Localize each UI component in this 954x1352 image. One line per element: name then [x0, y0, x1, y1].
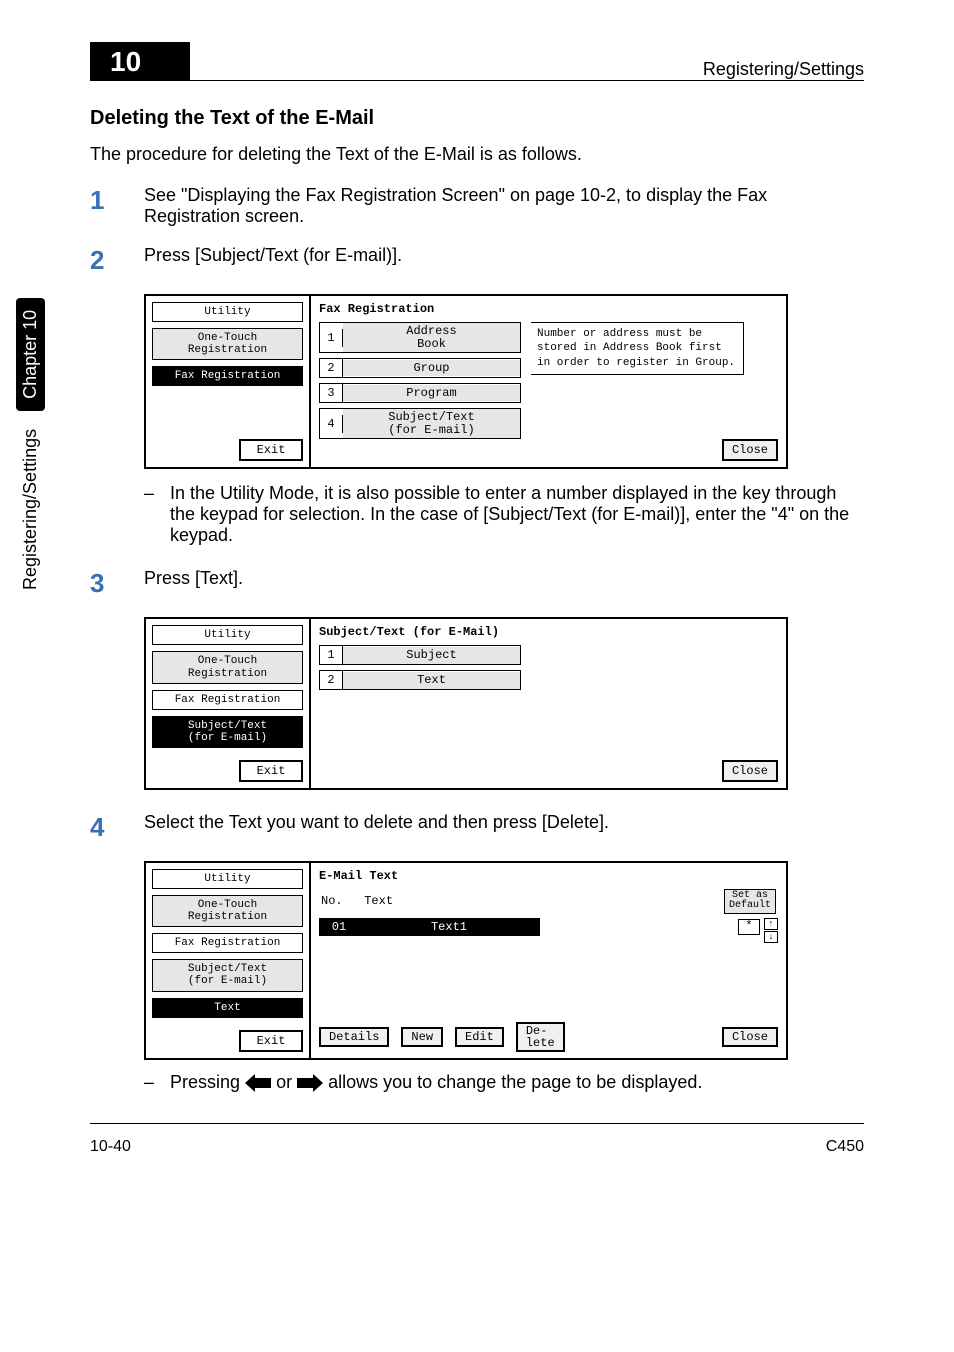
lcd-panel-subject-text: Utility One-Touch Registration Fax Regis…: [144, 617, 788, 790]
lcd3-scroll-up[interactable]: ↑: [764, 918, 778, 930]
lcd3-exit-button[interactable]: Exit: [239, 1030, 303, 1052]
step-1-number: 1: [90, 185, 114, 216]
header-rule: [90, 80, 864, 81]
footer-rule: [90, 1123, 864, 1124]
lcd2-close-button[interactable]: Close: [722, 760, 778, 782]
step-2-number: 2: [90, 245, 114, 276]
lcd2-onetouch-tab[interactable]: One-Touch Registration: [152, 651, 303, 683]
lcd1-close-button[interactable]: Close: [722, 439, 778, 461]
step-1-text: See "Displaying the Fax Registration Scr…: [144, 185, 864, 227]
lcd2-subject-tab[interactable]: Subject/Text (for E-mail): [152, 716, 303, 748]
lcd1-help-message: Number or address must be stored in Addr…: [531, 322, 744, 375]
section-intro: The procedure for deleting the Text of t…: [90, 144, 864, 165]
lcd1-item-program[interactable]: 3 Program: [319, 383, 521, 403]
lcd3-subject-tab[interactable]: Subject/Text (for E-mail): [152, 959, 303, 991]
lcd3-text-tab[interactable]: Text: [152, 998, 303, 1018]
lcd2-faxreg-tab[interactable]: Fax Registration: [152, 690, 303, 710]
lcd2-item-subject[interactable]: 1 Subject: [319, 645, 521, 665]
lcd1-exit-button[interactable]: Exit: [239, 439, 303, 461]
lcd3-set-as-default[interactable]: Set as Default: [724, 889, 776, 914]
lcd2-utility-tab[interactable]: Utility: [152, 625, 303, 645]
lcd3-details-button[interactable]: Details: [319, 1027, 389, 1047]
lcd1-item-group[interactable]: 2 Group: [319, 358, 521, 378]
note-dash: –: [144, 483, 154, 546]
lcd3-edit-button[interactable]: Edit: [455, 1027, 504, 1047]
side-tab-text: Registering/Settings: [20, 429, 41, 590]
section-title: Deleting the Text of the E-Mail: [90, 107, 864, 130]
lcd2-title: Subject/Text (for E-Mail): [319, 625, 778, 639]
lcd1-utility-tab[interactable]: Utility: [152, 302, 303, 322]
lcd3-row-default-star: *: [738, 919, 760, 934]
lcd3-utility-tab[interactable]: Utility: [152, 869, 303, 889]
running-header: Registering/Settings: [703, 59, 864, 80]
step-2-text: Press [Subject/Text (for E-mail)].: [144, 245, 864, 266]
lcd3-row-text[interactable]: Text1: [359, 918, 540, 936]
page-number: 10-40: [90, 1138, 131, 1156]
lcd1-item-subject-text[interactable]: 4 Subject/Text (for E-mail): [319, 408, 521, 439]
page-back-icon: [245, 1074, 271, 1092]
side-tab: Registering/Settings Chapter 10: [16, 298, 45, 590]
lcd3-delete-button[interactable]: De- lete: [516, 1022, 565, 1052]
chapter-number-box: 10: [90, 42, 190, 80]
lcd-panel-email-text: Utility One-Touch Registration Fax Regis…: [144, 861, 788, 1060]
lcd3-scroll-down[interactable]: ↓: [764, 931, 778, 943]
step-4-tail: Pressing or allows you to change the pag…: [170, 1072, 702, 1093]
lcd3-faxreg-tab[interactable]: Fax Registration: [152, 933, 303, 953]
step-3-text: Press [Text].: [144, 568, 864, 589]
lcd1-item-address-book[interactable]: 1 Address Book: [319, 322, 521, 353]
lcd3-close-button[interactable]: Close: [722, 1027, 778, 1047]
lcd3-onetouch-tab[interactable]: One-Touch Registration: [152, 895, 303, 927]
lcd3-new-button[interactable]: New: [401, 1027, 443, 1047]
page-forward-icon: [297, 1074, 323, 1092]
chapter-pill: Chapter 10: [16, 298, 45, 411]
model-code: C450: [826, 1138, 864, 1156]
step-3-number: 3: [90, 568, 114, 599]
step-2-note: In the Utility Mode, it is also possible…: [170, 483, 864, 546]
lcd3-row-no[interactable]: 01: [319, 918, 359, 936]
lcd3-title: E-Mail Text: [319, 869, 778, 883]
lcd1-onetouch-tab[interactable]: One-Touch Registration: [152, 328, 303, 360]
lcd3-col-no: No.: [321, 894, 343, 908]
lcd2-exit-button[interactable]: Exit: [239, 760, 303, 782]
step-4-text: Select the Text you want to delete and t…: [144, 812, 864, 833]
lcd1-title: Fax Registration: [319, 302, 778, 316]
lcd2-item-text[interactable]: 2 Text: [319, 670, 521, 690]
lcd3-col-text: Text: [364, 894, 393, 908]
note2-dash: –: [144, 1072, 154, 1093]
lcd-panel-fax-registration: Utility One-Touch Registration Fax Regis…: [144, 294, 788, 469]
step-4-number: 4: [90, 812, 114, 843]
lcd1-faxreg-tab[interactable]: Fax Registration: [152, 366, 303, 386]
